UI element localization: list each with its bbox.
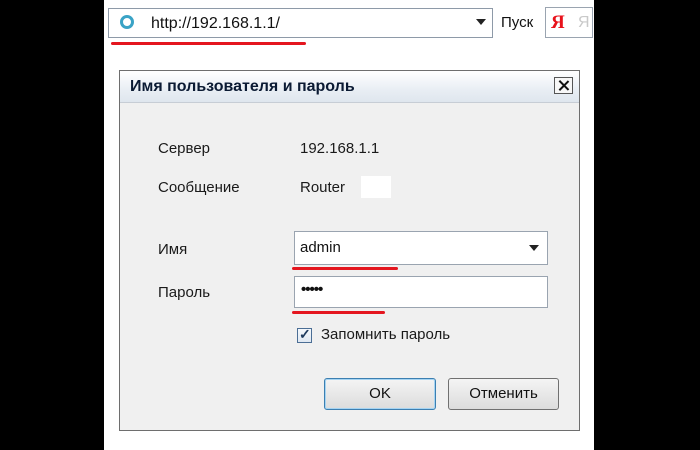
chevron-down-icon[interactable] [529, 245, 539, 251]
login-dialog: Имя пользователя и пароль Сервер 192.168… [119, 70, 580, 431]
password-label: Пароль [158, 284, 211, 301]
yandex-search-box[interactable]: Я Я [545, 7, 593, 38]
ok-button[interactable]: OK [324, 378, 436, 410]
message-label: Сообщение [158, 179, 240, 196]
password-value[interactable]: ••••• [301, 281, 323, 298]
dialog-title: Имя пользователя и пароль [130, 78, 355, 95]
yandex-logo-icon: Я [551, 12, 565, 33]
chevron-down-icon[interactable] [476, 19, 486, 25]
search-placeholder: Я [578, 14, 590, 31]
name-label: Имя [158, 241, 188, 258]
go-button[interactable]: Пуск [501, 14, 533, 31]
close-icon[interactable] [554, 77, 573, 94]
url-text[interactable]: http://192.168.1.1/ [151, 15, 280, 33]
password-highlight-underline [292, 311, 385, 314]
password-field[interactable]: ••••• [294, 276, 548, 308]
remember-password-label[interactable]: Запомнить пароль [321, 326, 450, 343]
message-field-blank [361, 176, 391, 198]
username-highlight-underline [292, 267, 398, 270]
address-bar[interactable]: http://192.168.1.1/ [108, 8, 493, 38]
dialog-titlebar[interactable]: Имя пользователя и пароль [120, 71, 579, 103]
opera-browser-icon [120, 15, 134, 29]
username-value[interactable]: admin [300, 239, 341, 256]
username-combobox[interactable]: admin [294, 231, 548, 265]
checkmark-icon: ✓ [299, 326, 311, 342]
cancel-button[interactable]: Отменить [448, 378, 559, 410]
message-value: Router [300, 179, 346, 196]
url-highlight-underline [111, 42, 306, 45]
server-label: Сервер [158, 140, 211, 157]
remember-password-checkbox[interactable]: ✓ [297, 326, 312, 343]
server-value: 192.168.1.1 [300, 140, 380, 157]
